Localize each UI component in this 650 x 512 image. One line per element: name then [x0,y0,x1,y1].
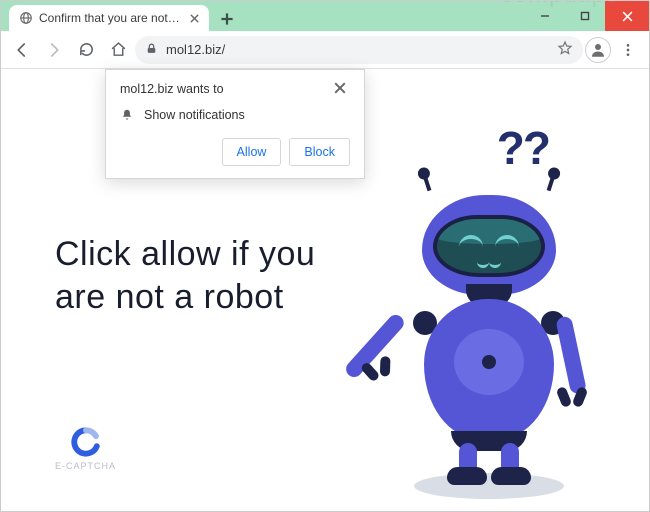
question-marks-icon: ?? [497,121,549,175]
notification-permission-text: Show notifications [144,108,245,122]
captcha-label: E-CAPTCHA [55,461,116,471]
notification-origin-text: mol12.biz wants to [120,82,224,96]
robot-belly [454,329,524,395]
captcha-logo-icon [71,427,101,457]
watermark-text: computips [501,0,619,9]
forward-button[interactable] [39,35,69,65]
notification-permission-dialog: mol12.biz wants to Show notifications Al… [105,69,365,179]
robot-torso [424,299,554,439]
tab-close-icon[interactable] [187,11,201,25]
lock-icon [145,42,158,58]
back-button[interactable] [7,35,37,65]
new-tab-button[interactable] [215,7,239,31]
captcha-badge: E-CAPTCHA [55,427,116,471]
tab-title: Confirm that you are not a robot [39,11,181,25]
reload-button[interactable] [71,35,101,65]
globe-icon [19,11,33,25]
robot-head [422,195,556,295]
bookmark-star-icon[interactable] [557,40,573,59]
address-bar[interactable]: mol12.biz/ [135,36,583,64]
browser-tab[interactable]: Confirm that you are not a robot [9,5,209,31]
browser-window: Confirm that you are not a robot mol12.b… [0,0,650,512]
url-text: mol12.biz/ [166,42,549,57]
home-button[interactable] [103,35,133,65]
robot-arm [555,315,587,395]
robot-mouth-icon [477,253,501,265]
browser-toolbar: mol12.biz/ [1,31,649,69]
robot-illustration: ?? [369,129,609,499]
block-button[interactable]: Block [289,138,350,166]
robot-foot [491,467,531,485]
robot-visor [433,215,545,277]
page-heading: Click allow if you are not a robot [55,233,335,318]
robot-foot [447,467,487,485]
robot-body [389,189,589,479]
antenna-icon [547,175,556,191]
profile-avatar-button[interactable] [585,37,611,63]
antenna-icon [423,175,432,191]
robot-hand-icon [559,387,585,409]
close-icon[interactable] [334,82,350,98]
tab-strip: Confirm that you are not a robot [9,5,239,31]
allow-button[interactable]: Allow [222,138,282,166]
menu-button[interactable] [613,35,643,65]
bell-icon [120,108,134,122]
